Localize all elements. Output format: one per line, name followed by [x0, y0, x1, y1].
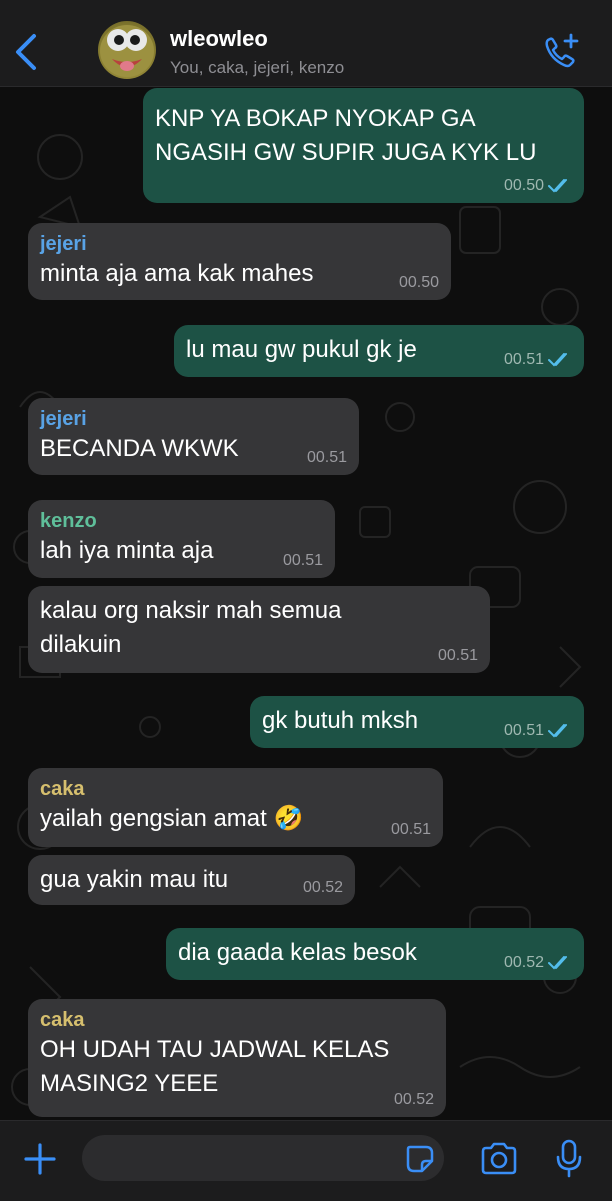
message-text: BECANDA WKWK — [40, 435, 239, 462]
message-meta: 00.52 — [303, 879, 343, 897]
message-bubble-incoming[interactable]: kenzo lah iya minta aja 00.51 — [28, 500, 335, 578]
message-bubble-incoming[interactable]: gua yakin mau itu 00.52 — [28, 855, 355, 905]
message-meta: 00.51 — [391, 821, 431, 839]
voice-message-button[interactable] — [553, 1138, 585, 1180]
message-bubble-incoming[interactable]: jejeri BECANDA WKWK 00.51 — [28, 398, 359, 475]
message-text: kalau org naksir mah semua dilakuin — [40, 597, 342, 658]
add-call-button[interactable] — [540, 32, 582, 72]
sender-name: caka — [40, 1009, 85, 1031]
message-bubble-outgoing[interactable]: dia gaada kelas besok 00.52 — [166, 928, 584, 980]
sticker-button[interactable] — [404, 1143, 436, 1175]
double-check-icon — [548, 179, 567, 193]
message-time: 00.52 — [302, 879, 343, 896]
message-text: OH UDAH TAU JADWAL KELAS MASING2 YEEE — [40, 1036, 390, 1097]
camera-icon — [481, 1142, 517, 1175]
sender-name: jejeri — [40, 233, 87, 255]
message-text: KNP YA BOKAP NYOKAP GA NGASIH GW SUPIR J… — [155, 105, 537, 166]
sticker-icon — [406, 1145, 434, 1173]
chat-header: wleowleo You, caka, jejeri, kenzo — [0, 0, 612, 87]
message-bubble-outgoing[interactable]: lu mau gw pukul gk je 00.51 — [174, 325, 584, 377]
double-check-icon — [548, 724, 567, 738]
add-call-icon — [545, 33, 579, 68]
attach-button[interactable] — [20, 1139, 60, 1179]
message-time: 00.51 — [390, 821, 431, 838]
message-meta: 00.51 — [438, 647, 478, 665]
message-time: 00.52 — [503, 954, 544, 971]
chat-messages[interactable]: KNP YA BOKAP NYOKAP GA NGASIH GW SUPIR J… — [0, 87, 612, 1120]
message-time: 00.50 — [398, 274, 439, 291]
message-time: 00.51 — [437, 647, 478, 664]
message-bubble-incoming[interactable]: caka OH UDAH TAU JADWAL KELAS MASING2 YE… — [28, 999, 446, 1117]
message-bubble-incoming[interactable]: kalau org naksir mah semua dilakuin 00.5… — [28, 586, 490, 673]
message-bubble-outgoing[interactable]: gk butuh mksh 00.51 — [250, 696, 584, 748]
message-text: minta aja ama kak mahes — [40, 260, 314, 287]
message-time: 00.50 — [503, 177, 544, 194]
message-time: 00.51 — [503, 722, 544, 739]
message-time: 00.51 — [306, 449, 347, 466]
composer-bar — [0, 1120, 612, 1201]
message-input[interactable] — [82, 1135, 444, 1181]
message-text: yailah gengsian amat 🤣 — [40, 805, 304, 832]
double-check-icon — [548, 353, 567, 367]
message-bubble-outgoing[interactable]: KNP YA BOKAP NYOKAP GA NGASIH GW SUPIR J… — [143, 88, 584, 203]
group-avatar[interactable] — [98, 21, 156, 79]
message-text: gua yakin mau itu — [40, 866, 229, 893]
message-time: 00.52 — [393, 1091, 434, 1108]
message-time: 00.51 — [282, 552, 323, 569]
back-button[interactable] — [10, 30, 44, 74]
chevron-left-icon — [16, 34, 36, 70]
message-meta: 00.51 — [504, 351, 572, 369]
message-bubble-incoming[interactable]: jejeri minta aja ama kak mahes 00.50 — [28, 223, 451, 300]
sender-name: jejeri — [40, 408, 87, 430]
sender-name: caka — [40, 778, 85, 800]
message-meta: 00.50 — [504, 177, 572, 195]
message-meta: 00.52 — [504, 954, 572, 972]
message-text: lah iya minta aja — [40, 537, 214, 564]
double-check-icon — [548, 956, 567, 970]
message-meta: 00.51 — [504, 722, 572, 740]
message-meta: 00.51 — [307, 449, 347, 467]
camera-button[interactable] — [478, 1141, 520, 1177]
message-meta: 00.50 — [399, 274, 439, 292]
microphone-icon — [556, 1139, 582, 1178]
message-meta: 00.52 — [394, 1091, 434, 1109]
sender-name: kenzo — [40, 510, 97, 532]
message-time: 00.51 — [503, 351, 544, 368]
chat-title[interactable]: wleowleo — [170, 26, 268, 52]
message-meta: 00.51 — [283, 552, 323, 570]
message-bubble-incoming[interactable]: caka yailah gengsian amat 🤣 00.51 — [28, 768, 443, 847]
plus-icon — [24, 1143, 56, 1175]
chat-participants[interactable]: You, caka, jejeri, kenzo — [170, 58, 344, 78]
